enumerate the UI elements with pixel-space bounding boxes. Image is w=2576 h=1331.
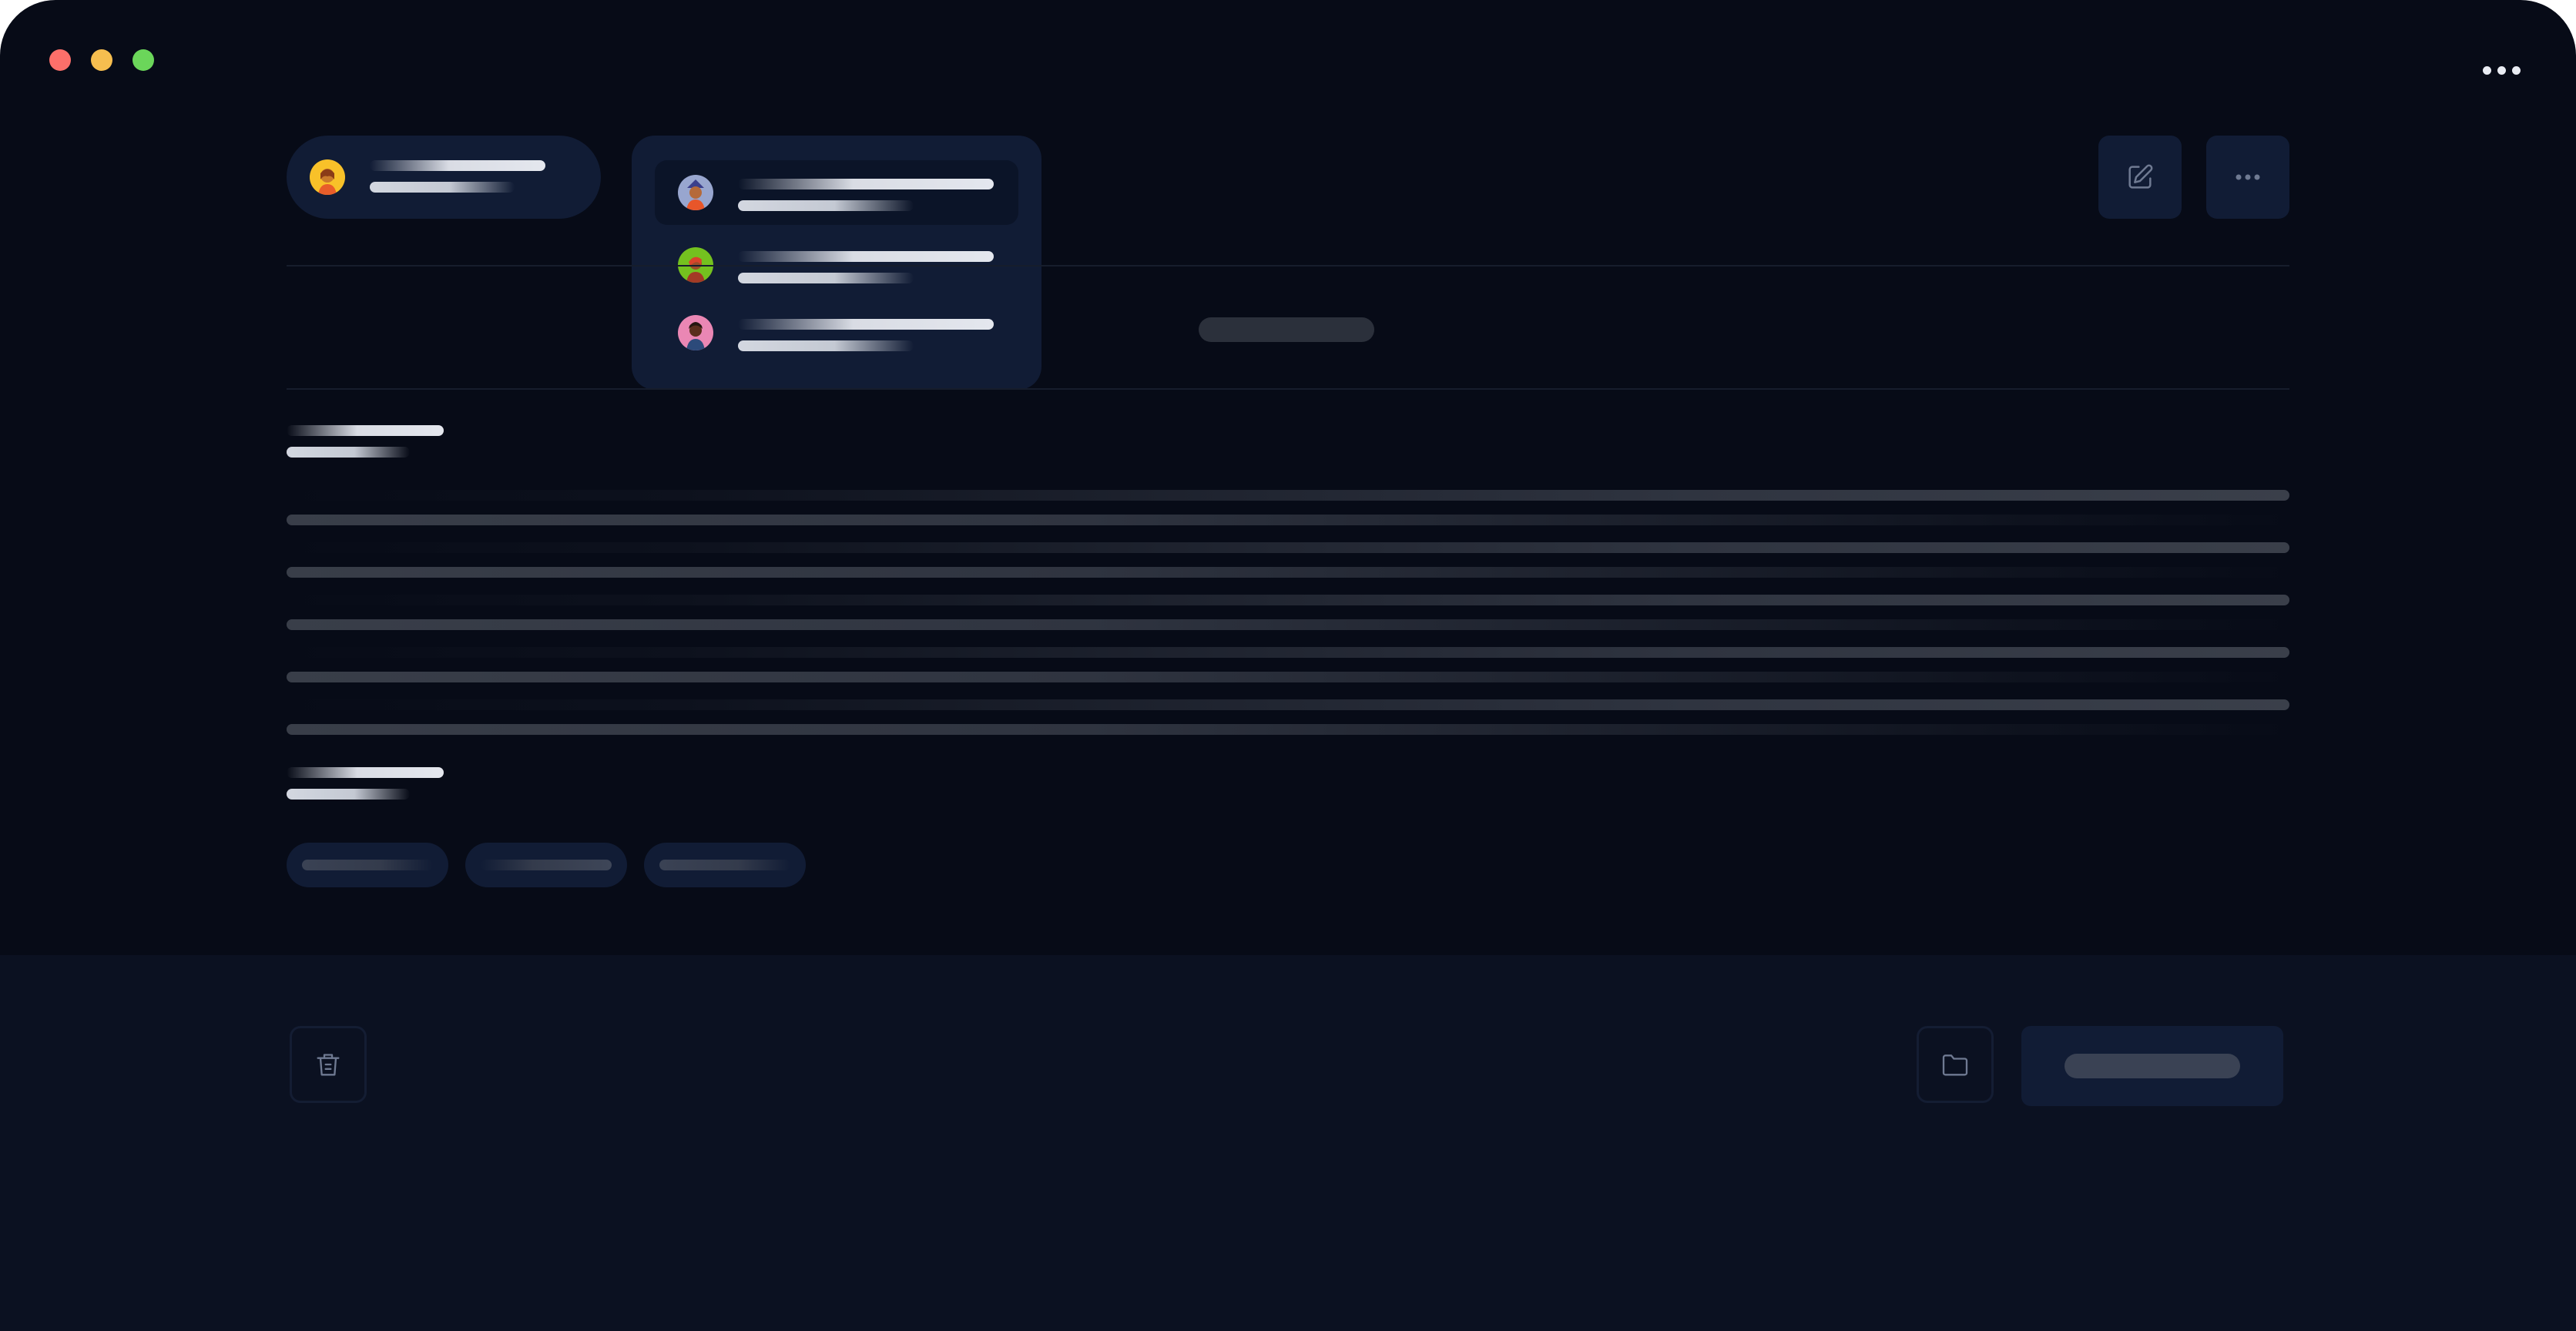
send-label-placeholder <box>2064 1054 2240 1078</box>
window-controls <box>49 49 154 71</box>
option-name-placeholder <box>738 251 994 262</box>
option-name-placeholder <box>738 319 994 330</box>
option-email-placeholder <box>738 200 914 211</box>
body-line-placeholder <box>287 595 2289 605</box>
option-name-placeholder <box>738 179 994 189</box>
minimize-button[interactable] <box>91 49 112 71</box>
tag-chip[interactable] <box>644 843 806 887</box>
trash-icon <box>317 1054 340 1076</box>
person-avatar <box>678 315 713 350</box>
option-email-placeholder <box>738 340 914 351</box>
account-name-placeholder <box>370 160 545 171</box>
subject-placeholder <box>1199 317 1374 342</box>
account-email-placeholder <box>370 182 515 193</box>
signature-placeholder <box>287 789 410 800</box>
body-line-placeholder <box>287 647 2289 658</box>
tag-chip[interactable] <box>287 843 448 887</box>
option-email-placeholder <box>738 273 914 283</box>
window-menu-icon[interactable] <box>2483 66 2521 75</box>
body-line-placeholder <box>287 542 2289 553</box>
body-line-placeholder <box>287 724 2289 735</box>
delete-button[interactable] <box>290 1026 367 1103</box>
close-button[interactable] <box>49 49 71 71</box>
attach-folder-button[interactable] <box>1917 1026 1994 1103</box>
header-divider <box>287 265 2289 267</box>
more-horizontal-icon <box>2236 174 2260 180</box>
body-line-placeholder <box>287 515 2289 525</box>
tag-label-placeholder <box>302 860 433 870</box>
person-avatar <box>678 175 713 210</box>
menu-dot <box>2497 66 2506 75</box>
body-line-placeholder <box>287 699 2289 710</box>
send-button[interactable] <box>2021 1026 2283 1106</box>
body-line-placeholder <box>287 490 2289 501</box>
more-options-button[interactable] <box>2206 136 2289 219</box>
folder-icon <box>1942 1054 1968 1076</box>
tag-label-placeholder <box>659 860 790 870</box>
signature-placeholder <box>287 767 444 778</box>
app-window <box>0 0 2576 1331</box>
tag-chip[interactable] <box>465 843 627 887</box>
account-option[interactable] <box>655 300 1018 365</box>
subject-divider <box>287 388 2289 390</box>
edit-button[interactable] <box>2098 136 2182 219</box>
body-line-placeholder <box>287 567 2289 578</box>
greeting-placeholder <box>287 447 410 458</box>
account-option[interactable] <box>655 160 1018 225</box>
body-line-placeholder <box>287 672 2289 682</box>
greeting-placeholder <box>287 425 444 436</box>
menu-dot <box>2512 66 2521 75</box>
account-switcher[interactable] <box>287 136 601 219</box>
compose-footer <box>0 955 2576 1331</box>
tag-label-placeholder <box>481 860 612 870</box>
account-dropdown <box>632 136 1041 390</box>
menu-dot <box>2483 66 2491 75</box>
body-line-placeholder <box>287 619 2289 630</box>
edit-icon <box>2128 164 2153 189</box>
maximize-button[interactable] <box>132 49 154 71</box>
person-avatar <box>310 159 345 195</box>
